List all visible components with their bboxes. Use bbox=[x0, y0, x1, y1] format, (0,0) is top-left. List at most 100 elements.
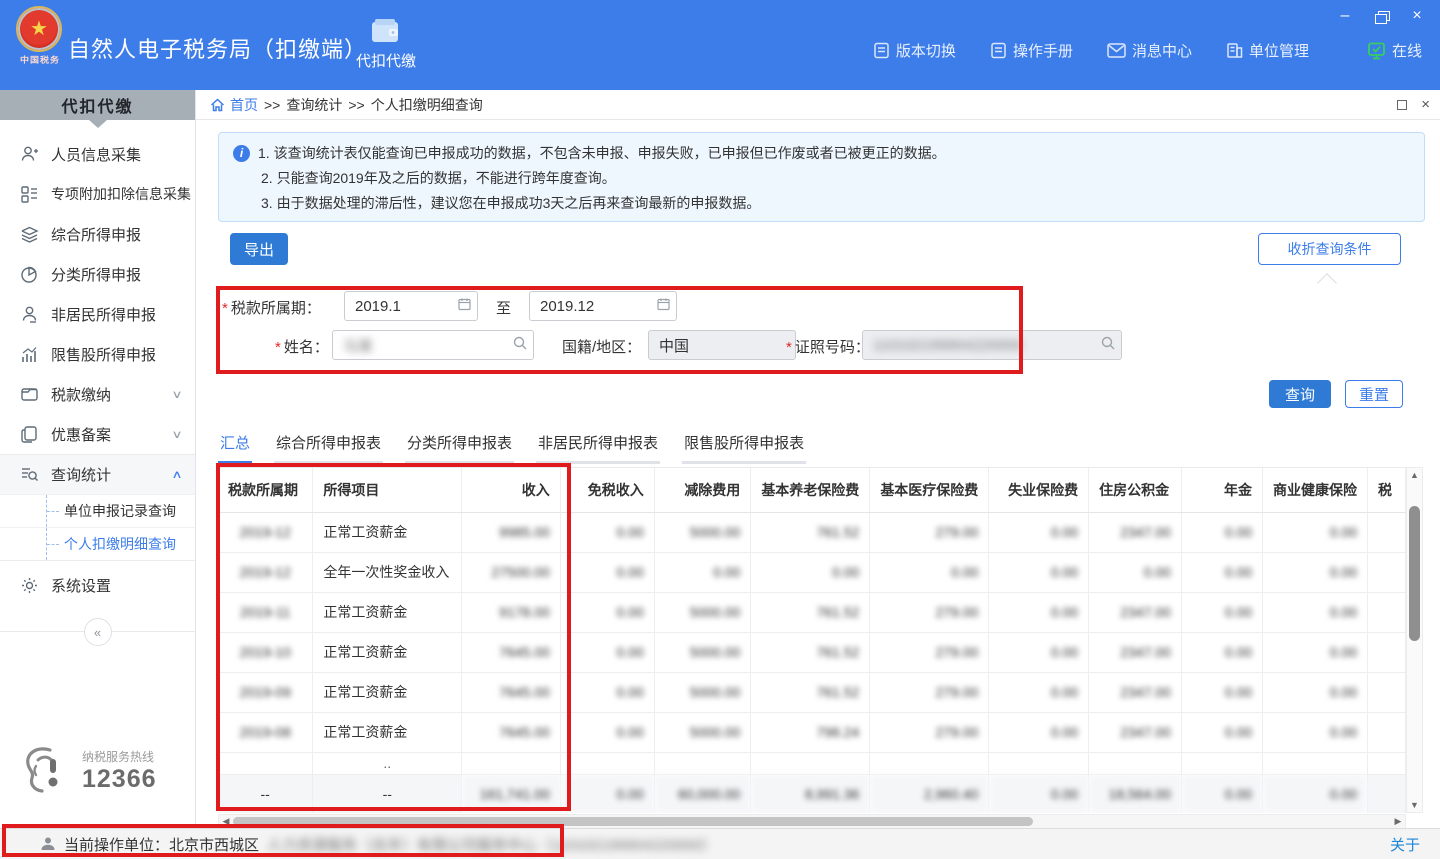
sidebar-item-personnel-info[interactable]: 人员信息采集 bbox=[0, 134, 195, 174]
table-cell: 0.00 bbox=[870, 552, 989, 592]
hotline-12366-logo bbox=[16, 742, 74, 800]
tab-nonresident-income[interactable]: 非居民所得申报表 bbox=[536, 426, 660, 464]
app-window: – × ★ 中国税务 自然人电子税务局（扣缴端） 代扣代缴 版本切换 bbox=[0, 0, 1440, 859]
chevron-down-icon: ∨ bbox=[171, 428, 182, 441]
table-cell: 0.00 bbox=[1263, 774, 1368, 813]
sidebar-item-comprehensive-income[interactable]: 综合所得申报 bbox=[0, 214, 195, 254]
table-cell: 0.00 bbox=[1181, 552, 1262, 592]
wallet-icon bbox=[371, 18, 401, 44]
header-cell: 基本医疗保险费 bbox=[870, 468, 989, 512]
table-cell: 8,991.36 bbox=[751, 774, 870, 813]
table-cell bbox=[1368, 672, 1406, 712]
sidebar-item-tax-payment[interactable]: 税款缴纳 ∨ bbox=[0, 374, 195, 414]
collapse-query-button[interactable]: 收折查询条件 bbox=[1258, 233, 1401, 265]
table-cell: 161,741.00 bbox=[462, 774, 561, 813]
document-icon bbox=[873, 42, 890, 59]
table-cell bbox=[218, 752, 313, 774]
panel-close-icon[interactable]: × bbox=[1421, 97, 1430, 112]
tab-classified-income[interactable]: 分类所得申报表 bbox=[405, 426, 514, 464]
scroll-down-arrow[interactable]: ▼ bbox=[1407, 798, 1422, 812]
table-cell: -- bbox=[218, 774, 313, 813]
restore-button[interactable] bbox=[1368, 6, 1394, 26]
current-unit-label: 当前操作单位：北京市西城区 bbox=[64, 834, 259, 855]
table-row: 2019-12正常工资薪金9985.000.005000.00761.52279… bbox=[218, 512, 1406, 552]
table-cell: 0.00 bbox=[560, 712, 654, 752]
table-cell: .. bbox=[313, 752, 462, 774]
scroll-left-arrow[interactable]: ◀ bbox=[219, 815, 233, 828]
sidebar-header-caret bbox=[89, 120, 107, 128]
vertical-scrollbar[interactable]: ▲ ▼ bbox=[1406, 467, 1423, 813]
id-number-input[interactable]: 110102199904220000 bbox=[862, 330, 1122, 360]
table-cell: 0.00 bbox=[1181, 672, 1262, 712]
search-icon[interactable] bbox=[1101, 336, 1115, 354]
period-to-input[interactable]: 2019.12 bbox=[529, 291, 677, 321]
about-link[interactable]: 关于 bbox=[1390, 834, 1420, 855]
table-cell: 9178.00 bbox=[462, 592, 561, 632]
sidebar-collapse-button[interactable]: « bbox=[84, 618, 112, 646]
table-cell bbox=[462, 752, 561, 774]
main-panel: 首页 >> 查询统计 >> 个人扣缴明细查询 × i1. 该查询统计表仅能查询已… bbox=[196, 90, 1440, 828]
vertical-scroll-thumb[interactable] bbox=[1409, 506, 1420, 641]
sidebar-item-label: 综合所得申报 bbox=[51, 224, 181, 245]
panel-maximize-icon[interactable] bbox=[1397, 100, 1407, 110]
table-cell: 798.24 bbox=[751, 712, 870, 752]
sidebar-item-preferential-filing[interactable]: 优惠备案 ∨ bbox=[0, 414, 195, 454]
tab-daikou-daijiao[interactable]: 代扣代缴 bbox=[348, 18, 424, 82]
tab-comprehensive-income[interactable]: 综合所得申报表 bbox=[274, 426, 383, 464]
table-cell: 2,960.40 bbox=[870, 774, 989, 813]
export-button[interactable]: 导出 bbox=[230, 233, 288, 265]
tab-summary[interactable]: 汇总 bbox=[218, 426, 252, 464]
calendar-icon[interactable] bbox=[657, 298, 670, 315]
header-menu: 版本切换 操作手册 消息中心 单位管理 在线 bbox=[873, 40, 1422, 61]
calendar-icon[interactable] bbox=[458, 298, 471, 315]
tax-bureau-logo: ★ 中国税务 bbox=[16, 6, 64, 72]
table-cell: 279.00 bbox=[870, 632, 989, 672]
sidebar-item-restricted-stock[interactable]: 限售股所得申报 bbox=[0, 334, 195, 374]
table-row: 2019-08正常工资薪金7645.000.005000.00798.24279… bbox=[218, 712, 1406, 752]
period-from-input[interactable]: 2019.1 bbox=[344, 291, 478, 321]
table-cell: 7645.00 bbox=[462, 632, 561, 672]
search-icon[interactable] bbox=[513, 336, 527, 354]
close-button[interactable]: × bbox=[1404, 6, 1430, 26]
horizontal-scrollbar[interactable]: ◀ ▶ bbox=[218, 814, 1406, 829]
menu-unit-management[interactable]: 单位管理 bbox=[1226, 40, 1309, 61]
scroll-up-arrow[interactable]: ▲ bbox=[1407, 468, 1422, 482]
table-cell: 2019-09 bbox=[218, 672, 313, 712]
notice-line-3: 3. 由于数据处理的滞后性，建议您在申报成功3天之后再来查询最新的申报数据。 bbox=[261, 191, 760, 216]
header-cell: 所得项目 bbox=[313, 468, 462, 512]
nationality-input: 中国 bbox=[648, 330, 796, 360]
submenu-unit-declaration-record[interactable]: 单位申报记录查询 bbox=[0, 494, 195, 527]
wallet-folder-icon bbox=[20, 385, 39, 404]
sidebar-item-label: 非居民所得申报 bbox=[51, 304, 181, 325]
sidebar-item-classified-income[interactable]: 分类所得申报 bbox=[0, 254, 195, 294]
breadcrumb-home[interactable]: 首页 bbox=[210, 95, 258, 115]
query-button[interactable]: 查询 bbox=[1269, 380, 1331, 408]
sidebar-item-nonresident-income[interactable]: 非居民所得申报 bbox=[0, 294, 195, 334]
header-cell: 失业保险费 bbox=[989, 468, 1089, 512]
chevron-up-icon: ∧ bbox=[171, 468, 182, 481]
sidebar-item-special-deduction[interactable]: 专项附加扣除信息采集 bbox=[0, 174, 195, 214]
table-cell: 0.00 bbox=[989, 552, 1089, 592]
table-cell bbox=[1263, 752, 1368, 774]
name-input[interactable]: 马某 bbox=[332, 330, 534, 360]
layers-icon bbox=[20, 225, 39, 244]
table-cell: 5000.00 bbox=[654, 712, 751, 752]
sidebar-item-query-statistics[interactable]: 查询统计 ∧ bbox=[0, 454, 195, 494]
menu-message-center[interactable]: 消息中心 bbox=[1107, 40, 1192, 61]
horizontal-scroll-thumb[interactable] bbox=[233, 817, 1033, 826]
scroll-right-arrow[interactable]: ▶ bbox=[1391, 815, 1405, 828]
table-cell: 0.00 bbox=[1181, 512, 1262, 552]
submenu-personal-withholding-detail[interactable]: 个人扣缴明细查询 bbox=[0, 527, 195, 560]
table-cell: 0.00 bbox=[1181, 774, 1262, 813]
menu-manual[interactable]: 操作手册 bbox=[990, 40, 1073, 61]
reset-button[interactable]: 重置 bbox=[1345, 380, 1403, 408]
menu-version-switch[interactable]: 版本切换 bbox=[873, 40, 956, 61]
breadcrumb-separator: >> bbox=[264, 97, 280, 113]
breadcrumb-home-label: 首页 bbox=[230, 95, 258, 115]
sidebar-item-system-settings[interactable]: 系统设置 bbox=[0, 565, 195, 605]
table-cell: 0.00 bbox=[1181, 592, 1262, 632]
minimize-button[interactable]: – bbox=[1332, 6, 1358, 26]
tab-restricted-stock[interactable]: 限售股所得申报表 bbox=[682, 426, 806, 464]
table-cell bbox=[1368, 512, 1406, 552]
menu-online-status[interactable]: 在线 bbox=[1367, 40, 1422, 61]
